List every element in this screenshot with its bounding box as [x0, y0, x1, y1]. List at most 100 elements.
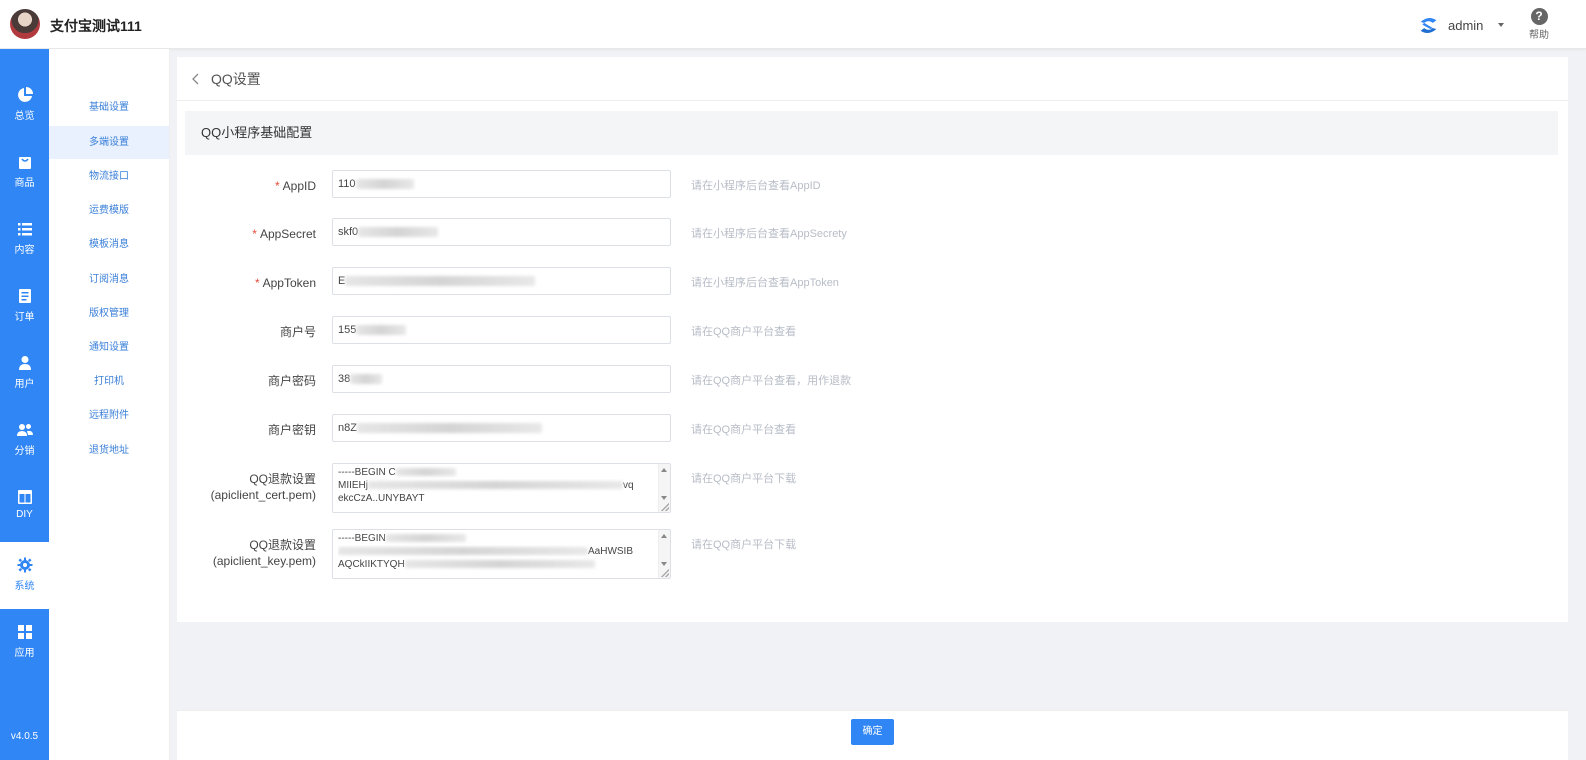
- chevron-down-icon: [1498, 23, 1505, 27]
- layout-icon: [17, 490, 32, 504]
- avatar[interactable]: [10, 9, 40, 39]
- shopping-bag-icon: [18, 157, 31, 169]
- nav-item-orders[interactable]: 订单: [0, 288, 49, 354]
- subnav-item-logistics[interactable]: 物流接口: [49, 160, 169, 193]
- appid-value: 110: [338, 178, 356, 190]
- nav-label: 分销: [14, 446, 35, 457]
- subnav-item-basic[interactable]: 基础设置: [49, 91, 169, 124]
- redacted-block: [355, 179, 414, 190]
- subnav-item-shipping-template[interactable]: 运费模版: [49, 194, 169, 227]
- nav-item-distribution[interactable]: 分销: [0, 422, 49, 488]
- nav-item-goods[interactable]: 商品: [0, 154, 49, 220]
- redacted-block: [356, 423, 542, 434]
- grid-icon: [17, 625, 32, 639]
- key-pem-label-line1: QQ退款设置: [249, 538, 316, 552]
- top-bar: 支付宝测试111 admin ? 帮助: [0, 0, 1586, 49]
- back-arrow-icon[interactable]: [191, 73, 200, 85]
- appid-label-text: AppID: [282, 179, 316, 193]
- resize-handle-icon[interactable]: [661, 569, 669, 577]
- help-label: 帮助: [1529, 30, 1549, 41]
- cert-pem-label: QQ退款设置 (apiclient_cert.pem): [211, 471, 316, 503]
- main-panel: QQ设置 QQ小程序基础配置 * AppID 110 请在小程序后台查看AppID…: [177, 57, 1568, 622]
- users-icon: [16, 424, 33, 436]
- left-icon-nav: 总览 商品 内容 订单 用户 分销 DIY 系统 应用 v4.0.5: [0, 49, 49, 760]
- cert-pem-textarea[interactable]: -----BEGIN C MIIEHj vq ekcCzA..UNYBAYT: [332, 463, 671, 513]
- brand-name: 支付宝测试111: [50, 18, 142, 34]
- subnav-item-subscribe-message[interactable]: 订阅消息: [49, 263, 169, 296]
- user-icon: [18, 356, 31, 370]
- apptoken-help: 请在小程序后台查看AppToken: [691, 277, 839, 289]
- mch-id-input[interactable]: 155: [332, 316, 671, 344]
- mch-key-help: 请在QQ商户平台查看: [691, 424, 797, 436]
- redacted-block: [345, 276, 536, 287]
- user-logo-icon: [1420, 17, 1437, 33]
- subnav-item-template-message[interactable]: 模板消息: [49, 228, 169, 261]
- scroll-down-icon[interactable]: [661, 496, 667, 500]
- appid-help: 请在小程序后台查看AppID: [691, 180, 821, 192]
- confirm-button[interactable]: 确定: [851, 719, 894, 745]
- nav-item-overview[interactable]: 总览: [0, 87, 49, 153]
- mch-password-value: 38: [338, 373, 351, 385]
- nav-item-content[interactable]: 内容: [0, 221, 49, 287]
- redacted-block: [338, 547, 588, 556]
- user-menu[interactable]: admin: [1418, 14, 1505, 36]
- subnav-item-return-address[interactable]: 退货地址: [49, 434, 169, 467]
- textarea-line: AaHWSIB: [338, 545, 656, 558]
- scroll-up-icon[interactable]: [661, 534, 667, 538]
- subnav-item-notification[interactable]: 通知设置: [49, 331, 169, 364]
- key-pem-label-line2: (apiclient_key.pem): [212, 554, 316, 568]
- resize-handle-icon[interactable]: [661, 503, 669, 511]
- textarea-line-text: AQCkIIKTYQH: [338, 559, 405, 570]
- redacted-block: [385, 534, 466, 543]
- scroll-down-icon[interactable]: [661, 562, 667, 566]
- textarea-line-text: -----BEGIN C: [338, 467, 396, 478]
- key-pem-label: QQ退款设置 (apiclient_key.pem): [213, 537, 316, 569]
- version-label: v4.0.5: [10, 731, 39, 742]
- appid-label: * AppID: [275, 178, 316, 194]
- subnav-item-remote-attachment[interactable]: 远程附件: [49, 399, 169, 432]
- key-pem-textarea[interactable]: -----BEGIN AaHWSIB AQCkIIKTYQH: [332, 529, 671, 579]
- nav-label: 订单: [14, 312, 35, 323]
- apptoken-input[interactable]: E: [332, 267, 671, 295]
- textarea-line: -----BEGIN: [338, 532, 656, 545]
- nav-item-system[interactable]: 系统: [0, 542, 49, 609]
- help-button[interactable]: ? 帮助: [1528, 8, 1550, 41]
- appsecret-label: * AppSecret: [252, 226, 316, 242]
- subnav-item-copyright[interactable]: 版权管理: [49, 297, 169, 330]
- textarea-line: MIIEHj vq: [338, 479, 656, 492]
- apptoken-label-text: AppToken: [262, 276, 316, 290]
- textarea-line: ekcCzA..UNYBAYT: [338, 492, 656, 505]
- mch-id-value: 155: [338, 324, 357, 336]
- appid-input[interactable]: 110: [332, 170, 671, 198]
- appsecret-input[interactable]: skf0: [332, 218, 671, 246]
- nav-label: 用户: [14, 379, 35, 390]
- subnav-item-multiplatform[interactable]: 多端设置: [49, 126, 169, 159]
- redacted-block: [404, 560, 595, 569]
- mch-id-label: 商户号: [279, 325, 316, 339]
- nav-item-apps[interactable]: 应用: [0, 624, 49, 690]
- gear-icon: [17, 557, 32, 573]
- order-document-icon: [18, 289, 31, 303]
- redacted-block: [356, 325, 407, 336]
- nav-label: 应用: [14, 648, 35, 659]
- redacted-block: [358, 227, 439, 238]
- textarea-line-text: -----BEGIN: [338, 533, 386, 544]
- mch-password-input[interactable]: 38: [332, 365, 671, 393]
- apptoken-value: E: [338, 275, 346, 287]
- redacted-block: [350, 374, 383, 385]
- cert-pem-label-line2: (apiclient_cert.pem): [210, 488, 316, 502]
- mch-key-label: 商户密钥: [267, 423, 316, 437]
- nav-label: 商品: [14, 178, 35, 189]
- list-icon: [17, 223, 32, 236]
- apptoken-label: * AppToken: [255, 275, 316, 291]
- textarea-line-text: vq: [623, 480, 634, 491]
- mch-key-input[interactable]: n8Z: [332, 414, 671, 442]
- subnav-item-printer[interactable]: 打印机: [49, 365, 169, 398]
- nav-item-users[interactable]: 用户: [0, 355, 49, 421]
- nav-label: 总览: [14, 111, 35, 122]
- question-icon: ?: [1530, 8, 1548, 25]
- scroll-up-icon[interactable]: [661, 468, 667, 472]
- mch-id-help: 请在QQ商户平台查看: [691, 326, 797, 338]
- page-header: QQ设置: [177, 57, 1568, 101]
- redacted-block: [368, 481, 623, 490]
